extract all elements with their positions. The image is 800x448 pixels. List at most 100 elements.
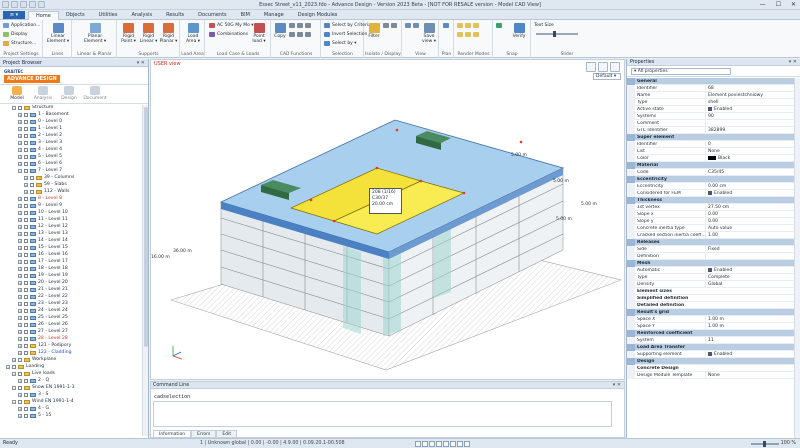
property-row[interactable]: Color Black: [627, 154, 795, 162]
panel-controls[interactable]: ▾ ✕: [137, 59, 145, 67]
filter-button[interactable]: Filter: [367, 23, 381, 39]
property-row[interactable]: System 11: [627, 336, 795, 344]
tree-item[interactable]: +8 - Level 8: [18, 196, 62, 202]
properties-filter-select[interactable]: ▾ All properties: [631, 68, 731, 75]
enabled-checkbox[interactable]: [708, 107, 712, 111]
visibility-checkbox[interactable]: [24, 134, 28, 138]
panel-controls[interactable]: ▾ ✕: [613, 382, 621, 389]
visibility-checkbox[interactable]: [24, 414, 28, 418]
ortho-toggle-icon[interactable]: [429, 441, 435, 447]
visibility-checkbox[interactable]: [24, 302, 28, 306]
command-input[interactable]: [153, 401, 612, 427]
collapse-icon[interactable]: −: [12, 400, 16, 404]
tree-item[interactable]: − Wind EN 1991-1-4: [12, 399, 74, 405]
visibility-checkbox[interactable]: [24, 330, 28, 334]
property-row[interactable]: Density Global: [627, 280, 795, 288]
panel-controls[interactable]: ▾ ✕: [789, 59, 797, 66]
tree-scrollbar[interactable]: [142, 105, 148, 436]
property-section[interactable]: Design: [627, 357, 795, 365]
visibility-checkbox[interactable]: [24, 127, 28, 131]
property-row[interactable]: Element sizes: [627, 287, 795, 295]
expand-icon[interactable]: +: [18, 414, 22, 418]
tree-item[interactable]: +1 - Level 1: [18, 126, 62, 132]
tree-item[interactable]: +121 - Podipory: [18, 343, 71, 349]
rigid-planar-button[interactable]: Rigid Planar ▾: [159, 23, 178, 44]
collapse-icon[interactable]: −: [12, 372, 16, 376]
tree-item[interactable]: +20 - Level 20: [18, 280, 68, 286]
visibility-checkbox[interactable]: [24, 323, 28, 327]
tree-item[interactable]: +13 - Level 13: [18, 231, 68, 237]
property-row[interactable]: GTC Identifier 382899: [627, 126, 795, 134]
property-value[interactable]: Black: [705, 154, 795, 162]
zoom-icon[interactable]: [405, 23, 411, 28]
expand-icon[interactable]: +: [18, 295, 22, 299]
tree-item[interactable]: − Live loads: [12, 371, 55, 377]
expand-icon[interactable]: +: [18, 260, 22, 264]
model-toggle-icon[interactable]: [464, 441, 470, 447]
tree-item[interactable]: − Structure: [12, 105, 53, 111]
tree-item[interactable]: +28 - Level 28: [18, 336, 68, 342]
tab-objects[interactable]: Objects: [59, 11, 92, 20]
extrude-icon[interactable]: [297, 32, 303, 37]
tab-edit[interactable]: Edit: [216, 430, 238, 437]
tree-item[interactable]: +6 - Level 6: [18, 161, 62, 167]
visibility-checkbox[interactable]: [24, 295, 28, 299]
property-value[interactable]: C35/45: [705, 168, 795, 176]
shaded-icon[interactable]: [465, 23, 471, 28]
expand-icon[interactable]: +: [18, 197, 22, 201]
visibility-checkbox[interactable]: [24, 274, 28, 278]
tree-item[interactable]: +27 - Level 27: [18, 329, 68, 335]
rendered-icon[interactable]: [473, 23, 479, 28]
expand-icon[interactable]: +: [18, 330, 22, 334]
tree-item[interactable]: +10 - Level 10: [18, 210, 68, 216]
property-value[interactable]: 27.50 cm: [705, 203, 795, 211]
orbit-icon[interactable]: [610, 62, 620, 72]
collapse-icon[interactable]: −: [6, 365, 10, 369]
view-cube-icon[interactable]: [586, 62, 596, 72]
visibility-checkbox[interactable]: [30, 176, 34, 180]
zoom-slider[interactable]: [750, 441, 779, 447]
tree-item[interactable]: +9 - Level 9: [18, 203, 62, 209]
tree-item[interactable]: +2 - Level 2: [18, 133, 62, 139]
visibility-checkbox[interactable]: [24, 246, 28, 250]
tree-item[interactable]: +3 - Level 3: [18, 140, 62, 146]
visibility-checkbox[interactable]: [24, 351, 28, 355]
property-value[interactable]: [705, 119, 795, 127]
expand-icon[interactable]: +: [24, 190, 28, 194]
visibility-checkbox[interactable]: [24, 218, 28, 222]
expand-icon[interactable]: +: [12, 358, 16, 362]
select-by-dropdown[interactable]: Select by ▾: [324, 41, 357, 46]
expand-icon[interactable]: +: [18, 162, 22, 166]
visibility-checkbox[interactable]: [24, 407, 28, 411]
visibility-checkbox[interactable]: [24, 162, 28, 166]
verify-button[interactable]: Verify: [510, 23, 528, 39]
planar-element-button[interactable]: Planar Element ▾: [83, 23, 107, 44]
collapse-icon[interactable]: −: [12, 386, 16, 390]
tab-home[interactable]: Home: [28, 11, 59, 20]
expand-icon[interactable]: +: [18, 281, 22, 285]
expand-icon[interactable]: +: [18, 351, 22, 355]
property-value[interactable]: 11: [705, 336, 795, 344]
expand-icon[interactable]: +: [18, 211, 22, 215]
transparency-icon[interactable]: [465, 32, 471, 37]
tree-item[interactable]: +39 - Columns: [24, 175, 74, 181]
visibility-checkbox[interactable]: [30, 190, 34, 194]
move-icon[interactable]: [289, 23, 295, 28]
visibility-checkbox[interactable]: [24, 148, 28, 152]
visibility-checkbox[interactable]: [30, 183, 34, 187]
property-value[interactable]: 0: [705, 140, 795, 148]
split-icon[interactable]: [305, 32, 311, 37]
rigid-linear-button[interactable]: Rigid Linear ▾: [139, 23, 158, 44]
expand-icon[interactable]: +: [18, 407, 22, 411]
expand-icon[interactable]: +: [18, 239, 22, 243]
expand-icon[interactable]: +: [18, 323, 22, 327]
property-value[interactable]: [705, 252, 795, 260]
expand-icon[interactable]: +: [18, 141, 22, 145]
tree-item[interactable]: +25 - Level 25: [18, 315, 68, 321]
tree-item[interactable]: +0 - Level 0: [18, 119, 62, 125]
tree-item[interactable]: +14 - Level 14: [18, 238, 68, 244]
expand-icon[interactable]: +: [18, 337, 22, 341]
expand-icon[interactable]: +: [18, 302, 22, 306]
property-value[interactable]: Enabled: [705, 105, 795, 113]
property-row[interactable]: Code C35/45: [627, 168, 795, 176]
